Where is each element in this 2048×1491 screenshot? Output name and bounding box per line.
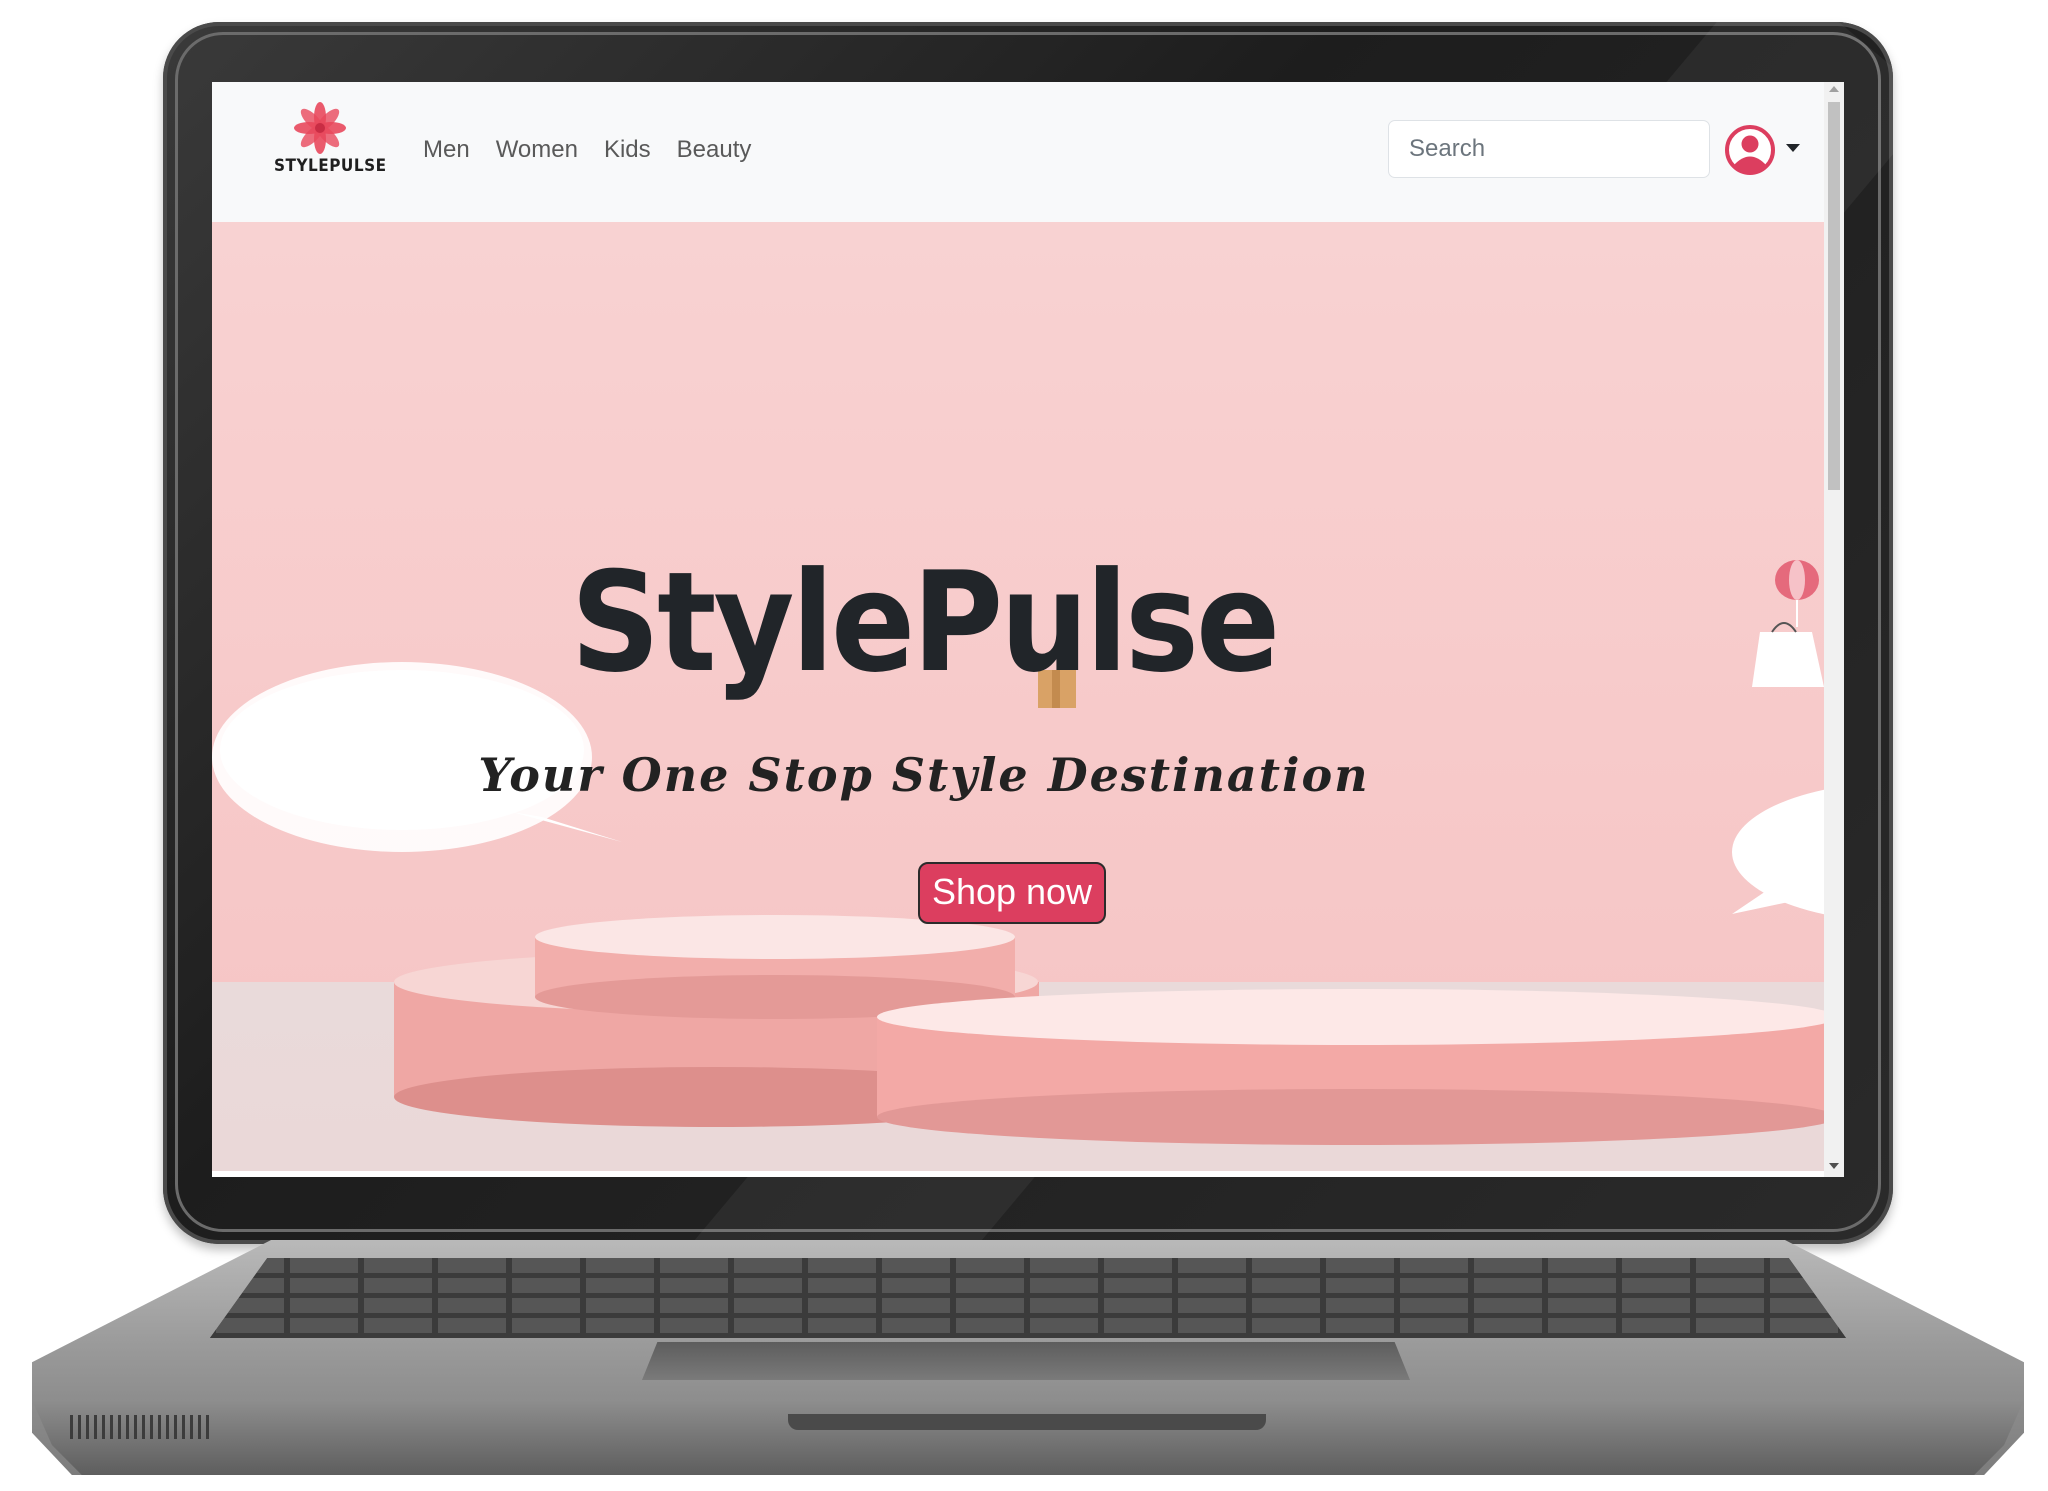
podium-large — [877, 989, 1824, 1145]
scroll-up-arrow-icon[interactable] — [1829, 86, 1839, 92]
trackpad — [642, 1342, 1410, 1380]
laptop-vents — [70, 1415, 212, 1439]
hero-subtitle: Your One Stop Style Destination — [478, 748, 1370, 802]
brand-name: STYLEPULSE — [274, 156, 387, 176]
laptop-base-lip — [32, 1400, 2024, 1475]
scroll-down-arrow-icon[interactable] — [1829, 1163, 1839, 1169]
search-input[interactable]: Search — [1388, 120, 1710, 178]
flower-logo-icon — [294, 102, 346, 154]
nav-link-kids[interactable]: Kids — [604, 136, 651, 164]
balloon-bag-icon — [1752, 560, 1824, 687]
nav-links: Men Women Kids Beauty — [423, 136, 751, 164]
nav-link-women[interactable]: Women — [496, 136, 578, 164]
keyboard — [210, 1258, 1846, 1338]
shop-now-button[interactable]: Shop now — [918, 862, 1106, 924]
nav-link-men[interactable]: Men — [423, 136, 470, 164]
nav-link-beauty[interactable]: Beauty — [677, 136, 752, 164]
speech-bubble-right — [1732, 789, 1824, 915]
chevron-down-icon — [1786, 144, 1800, 152]
scroll-thumb[interactable] — [1828, 102, 1840, 490]
user-menu-button[interactable] — [1724, 124, 1810, 176]
scrollbar[interactable] — [1824, 82, 1844, 1177]
hero-title: StylePulse — [570, 542, 1281, 703]
brand-logo[interactable]: STYLEPULSE — [274, 102, 387, 182]
navbar: STYLEPULSE Men Women Kids Beauty Search — [212, 82, 1824, 222]
laptop-screen: STYLEPULSE Men Women Kids Beauty Search — [212, 82, 1844, 1177]
user-circle-icon — [1725, 125, 1775, 175]
laptop-front-slot — [788, 1414, 1266, 1430]
hero-banner: StylePulse Your One Stop Style Destinati… — [212, 222, 1824, 1171]
